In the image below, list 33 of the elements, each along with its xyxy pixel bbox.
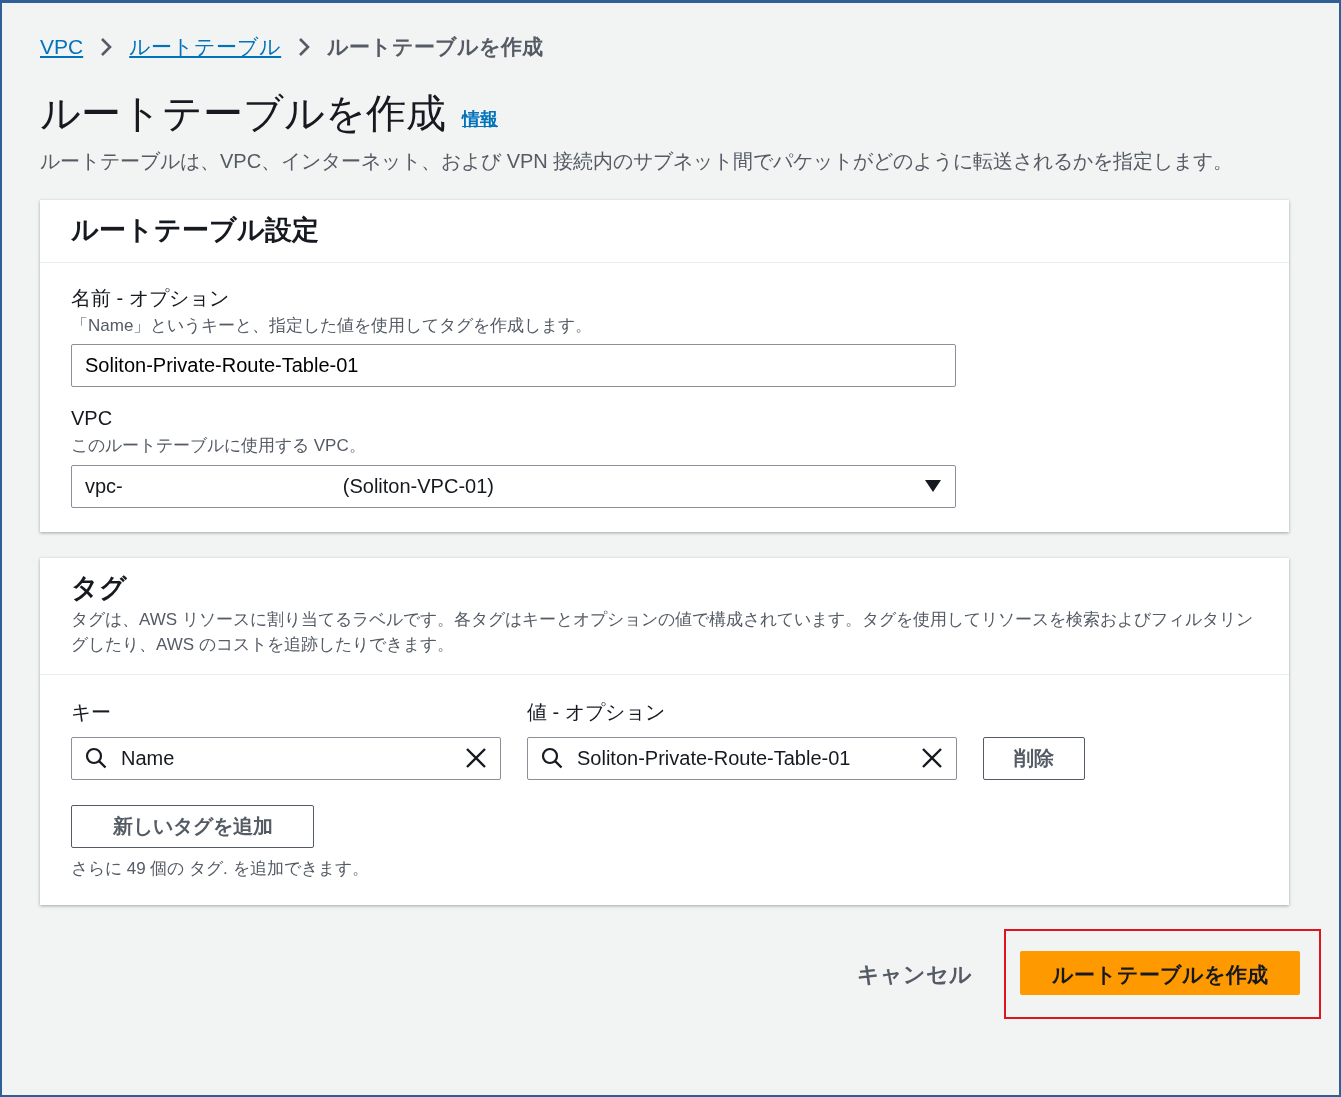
field-label: キー xyxy=(71,699,112,725)
close-icon xyxy=(465,747,487,770)
panel-title: タグ xyxy=(71,571,128,605)
close-icon xyxy=(921,747,943,770)
page-title: ルートテーブルを作成 xyxy=(40,89,446,137)
tag-key-field[interactable]: Name xyxy=(71,736,501,780)
field-label: 値 - オプション xyxy=(527,699,665,725)
search-icon xyxy=(85,747,107,770)
field-hint: このルートテーブルに使用する VPC。 xyxy=(71,435,367,458)
breadcrumb-link[interactable]: VPC xyxy=(40,31,84,63)
vpc-select[interactable]: vpc- (Soliton-VPC-01) xyxy=(71,464,956,508)
panel-title: ルートテーブル設定 xyxy=(71,213,320,246)
dropdown-caret-icon xyxy=(924,479,942,494)
cancel-button[interactable]: キャンセル xyxy=(847,957,982,991)
breadcrumb-link[interactable]: ルートテーブル xyxy=(129,31,282,63)
name-input[interactable]: Soliton-Private-Route-Table-01 xyxy=(71,344,956,388)
chevron-right-icon xyxy=(99,36,114,57)
field-label: VPC xyxy=(71,406,114,432)
field-label: 名前 - オプション xyxy=(71,285,230,311)
select-value: vpc- xyxy=(85,474,123,500)
tag-value-field[interactable]: Soliton-Private-Route-Table-01 xyxy=(527,736,957,780)
select-value-name: (Soliton-VPC-01) xyxy=(342,474,494,500)
search-icon xyxy=(541,747,563,770)
remove-button[interactable]: 削除 xyxy=(983,736,1085,780)
field-hint: 「Name」というキーと、指定した値を使用してタグを作成します。 xyxy=(71,314,594,337)
breadcrumb-current: ルートテーブルを作成 xyxy=(327,34,544,60)
page-description: ルートテーブルは、VPC、インターネット、および VPN 接続内のサブネット間でパケットがどのように転送されるかを指定します。 xyxy=(40,148,1235,174)
chevron-right-icon xyxy=(297,36,312,57)
tag-limit-note: さらに 49 個の タグ. を追加できます。 xyxy=(71,857,370,880)
panel-description: タグは、AWS リソースに割り当てるラベルです。各タグはキーとオプションの値で構成されています。タグを使用してリソースを検索およびフィルタリングしたり、AWS のコストを追跡したりできます。 xyxy=(71,609,1254,656)
create-route-table-button[interactable]: ルートテーブルを作成 xyxy=(1020,951,1300,996)
add-tag-button[interactable]: 新しいタグを追加 xyxy=(71,804,314,848)
info-link[interactable]: 情報 xyxy=(462,105,498,133)
